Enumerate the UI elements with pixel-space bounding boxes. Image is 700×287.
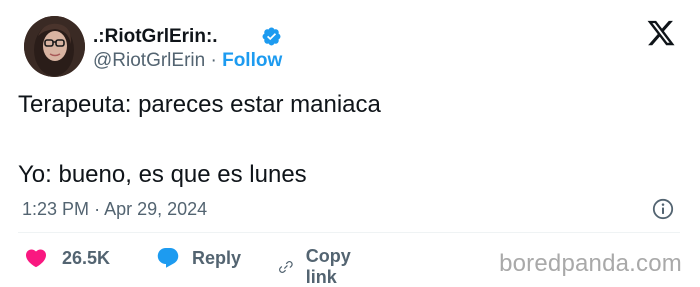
- meta-separator: ·: [94, 199, 101, 219]
- avatar[interactable]: [24, 16, 85, 77]
- copy-link-button[interactable]: Copy link: [278, 246, 359, 287]
- x-logo-icon[interactable]: [646, 18, 676, 48]
- like-button[interactable]: 26.5K: [24, 246, 110, 270]
- verified-badge-icon: [262, 27, 281, 46]
- tweet-timestamp[interactable]: 1:23 PM · Apr 29, 2024: [22, 199, 207, 220]
- tweet-text: Terapeuta: pareces estar maniaca Yo: bue…: [18, 90, 658, 190]
- handle-separator: ·: [210, 50, 217, 71]
- info-icon[interactable]: [651, 197, 675, 221]
- link-icon: [279, 261, 293, 273]
- tweet-time: 1:23 PM: [22, 199, 90, 219]
- reply-label: Reply: [192, 247, 242, 268]
- display-name[interactable]: .:RiotGrlErin:.: [93, 26, 218, 48]
- copy-link-label: Copy link: [305, 246, 351, 287]
- handle[interactable]: @RiotGrlErin: [93, 50, 205, 71]
- tweet-line: Terapeuta: pareces estar maniaca: [18, 91, 381, 118]
- like-count: 26.5K: [62, 247, 111, 268]
- avatar-photo: [24, 16, 85, 77]
- heart-icon: [25, 249, 47, 268]
- follow-button[interactable]: Follow: [222, 50, 282, 71]
- watermark: boredpanda.com: [499, 250, 682, 277]
- handle-row: @RiotGrlErin · Follow: [93, 50, 282, 72]
- tweet-date: Apr 29, 2024: [104, 199, 208, 219]
- divider: [18, 232, 680, 233]
- tweet-header: .:RiotGrlErin:. @RiotGrlErin · Follow: [24, 14, 676, 80]
- reply-button[interactable]: Reply: [156, 246, 241, 270]
- tweet-line: Yo: bueno, es que es lunes: [18, 161, 307, 188]
- speech-bubble-icon: [157, 248, 179, 268]
